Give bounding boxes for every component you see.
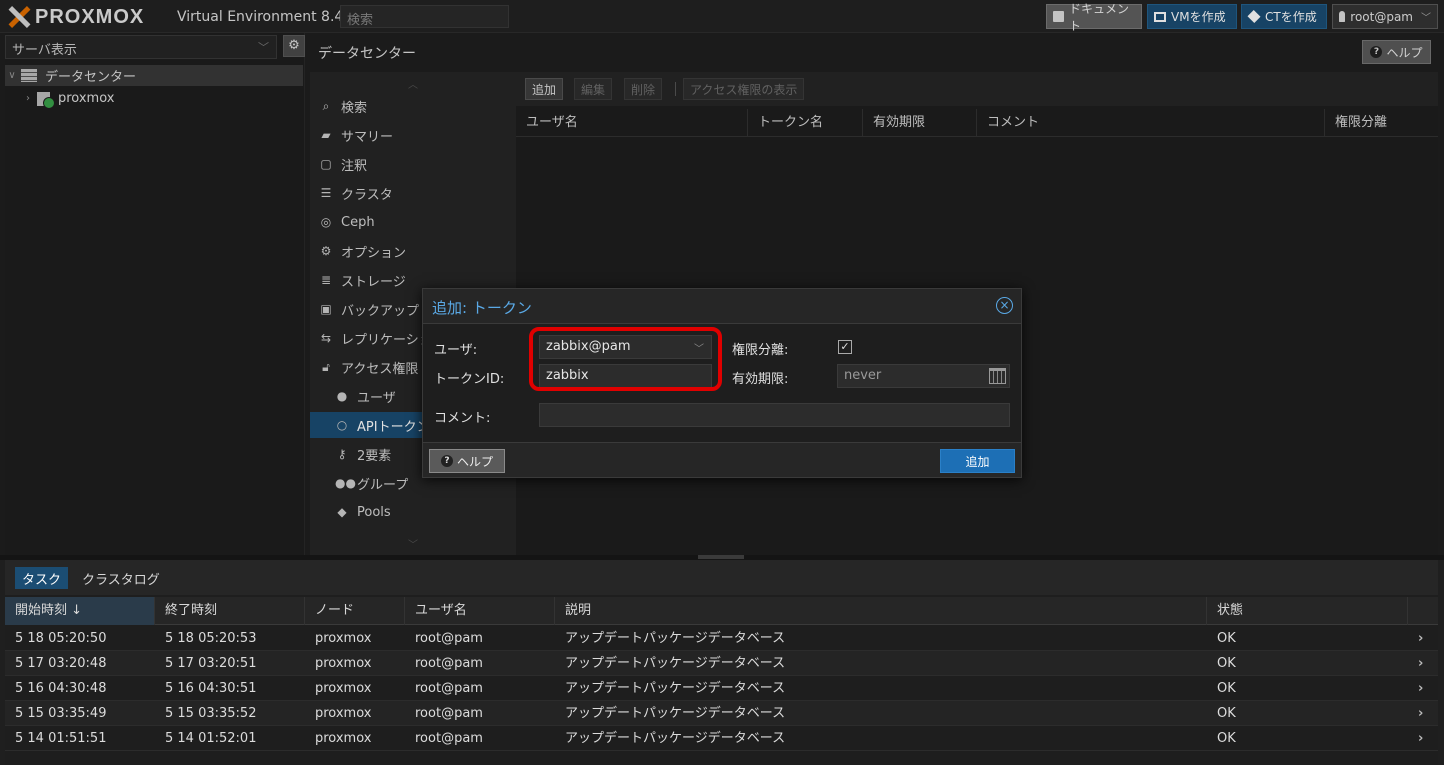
- cell-end-time: 5 18 05:20:53: [165, 631, 257, 646]
- privsep-field-label: 権限分離:: [732, 343, 789, 358]
- chevron-right-icon[interactable]: ›: [1410, 651, 1438, 676]
- dialog-help-button[interactable]: ? ヘルプ: [429, 449, 505, 473]
- question-icon: ?: [440, 455, 453, 467]
- cell-username: root@pam: [415, 731, 483, 746]
- cell-status: OK: [1217, 731, 1236, 746]
- splitter-handle[interactable]: [698, 555, 744, 559]
- dialog-title: 追加: トークン: [432, 299, 532, 317]
- table-row[interactable]: 5 14 01:51:51 5 14 01:52:01 proxmox root…: [5, 726, 1438, 751]
- privsep-checkbox[interactable]: ✓: [838, 340, 852, 354]
- column-header-start-time[interactable]: 開始時刻 ↓: [5, 597, 155, 625]
- cell-node: proxmox: [315, 681, 372, 696]
- comment-field-label: コメント:: [434, 411, 491, 426]
- cell-end-time: 5 14 01:52:01: [165, 731, 257, 746]
- check-icon: ✓: [840, 340, 850, 353]
- cell-node: proxmox: [315, 631, 372, 646]
- tab-tasks[interactable]: タスク: [15, 567, 69, 589]
- table-row[interactable]: 5 16 04:30:48 5 16 04:30:51 proxmox root…: [5, 676, 1438, 701]
- token-id-field-label: トークンID:: [434, 372, 505, 387]
- comment-input[interactable]: [539, 403, 1010, 427]
- chevron-right-icon[interactable]: ›: [1410, 626, 1438, 651]
- add-token-dialog: 追加: トークン × ユーザ: zabbix@pam ﹀ トークンID: zab…: [422, 288, 1022, 478]
- cell-end-time: 5 16 04:30:51: [165, 681, 257, 696]
- highlight-annotation: [529, 327, 722, 391]
- column-header-node[interactable]: ノード: [305, 597, 405, 625]
- cell-node: proxmox: [315, 706, 372, 721]
- cell-start-time: 5 17 03:20:48: [15, 656, 107, 671]
- chevron-right-icon[interactable]: ›: [1410, 676, 1438, 701]
- log-panel: タスク クラスタログ 開始時刻 ↓ 終了時刻 ノード ユーザ名 説明 状態 5 …: [5, 560, 1438, 765]
- expire-date-value: never: [844, 368, 882, 383]
- dialog-footer: ? ヘルプ 追加: [423, 442, 1021, 477]
- dialog-help-label: ヘルプ: [456, 454, 493, 469]
- log-tabs: タスク クラスタログ: [5, 560, 1438, 595]
- table-row[interactable]: 5 17 03:20:48 5 17 03:20:51 proxmox root…: [5, 651, 1438, 676]
- tab-cluster-log[interactable]: クラスタログ: [75, 567, 167, 589]
- dialog-add-button[interactable]: 追加: [940, 449, 1015, 473]
- cell-status: OK: [1217, 681, 1236, 696]
- cell-start-time: 5 16 04:30:48: [15, 681, 107, 696]
- table-row[interactable]: 5 15 03:35:49 5 15 03:35:52 proxmox root…: [5, 701, 1438, 726]
- calendar-icon[interactable]: [989, 368, 1006, 384]
- cell-description: アップデートパッケージデータベース: [565, 656, 786, 671]
- cell-description: アップデートパッケージデータベース: [565, 706, 786, 721]
- expire-field-label: 有効期限:: [732, 372, 789, 387]
- cell-start-time: 5 18 05:20:50: [15, 631, 107, 646]
- table-row[interactable]: 5 18 05:20:50 5 18 05:20:53 proxmox root…: [5, 626, 1438, 651]
- close-icon[interactable]: ×: [996, 297, 1013, 314]
- cell-end-time: 5 17 03:20:51: [165, 656, 257, 671]
- cell-username: root@pam: [415, 681, 483, 696]
- cell-status: OK: [1217, 656, 1236, 671]
- cell-status: OK: [1217, 706, 1236, 721]
- column-header-description[interactable]: 説明: [555, 597, 1207, 625]
- cell-end-time: 5 15 03:35:52: [165, 706, 257, 721]
- column-header-username[interactable]: ユーザ名: [405, 597, 555, 625]
- chevron-right-icon[interactable]: ›: [1410, 726, 1438, 751]
- cell-start-time: 5 14 01:51:51: [15, 731, 107, 746]
- cell-status: OK: [1217, 631, 1236, 646]
- cell-username: root@pam: [415, 706, 483, 721]
- column-header-status[interactable]: 状態: [1207, 597, 1408, 625]
- cell-node: proxmox: [315, 731, 372, 746]
- cell-description: アップデートパッケージデータベース: [565, 681, 786, 696]
- cell-username: root@pam: [415, 656, 483, 671]
- column-header-end-time[interactable]: 終了時刻: [155, 597, 305, 625]
- dialog-header: 追加: トークン ×: [423, 289, 1021, 324]
- cell-node: proxmox: [315, 656, 372, 671]
- cell-description: アップデートパッケージデータベース: [565, 631, 786, 646]
- cell-start-time: 5 15 03:35:49: [15, 706, 107, 721]
- user-field-label: ユーザ:: [434, 343, 478, 358]
- dialog-form: ユーザ: zabbix@pam ﹀ トークンID: zabbix 権限分離: ✓…: [423, 324, 1021, 442]
- cell-username: root@pam: [415, 631, 483, 646]
- expire-date-input[interactable]: never: [837, 364, 1010, 388]
- chevron-right-icon[interactable]: ›: [1410, 701, 1438, 726]
- task-table-header: 開始時刻 ↓ 終了時刻 ノード ユーザ名 説明 状態: [5, 597, 1438, 625]
- cell-description: アップデートパッケージデータベース: [565, 731, 786, 746]
